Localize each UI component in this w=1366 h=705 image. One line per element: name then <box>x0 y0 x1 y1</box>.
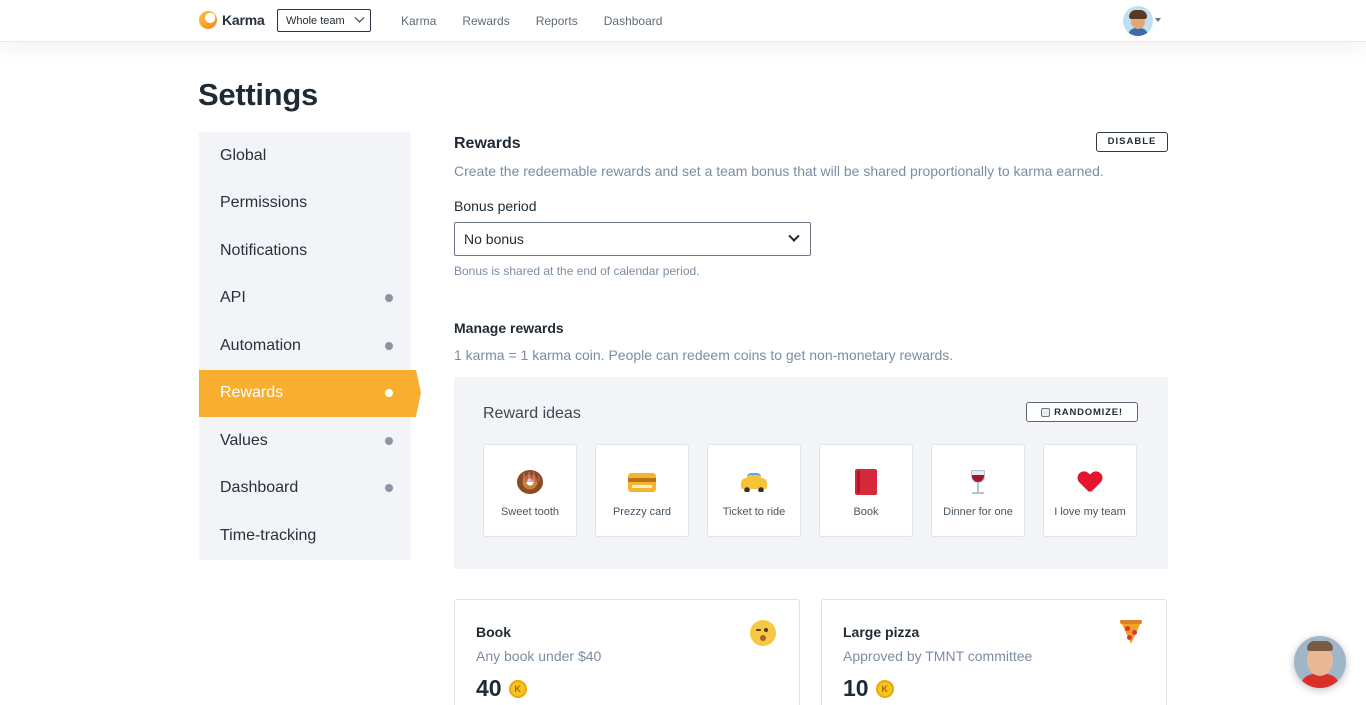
page-title: Settings <box>198 77 318 112</box>
reward-idea-label: I love my team <box>1054 506 1126 518</box>
avatar-body <box>1128 28 1148 36</box>
sidebar-item-label: Automation <box>220 336 301 354</box>
bonus-period-select[interactable]: No bonus <box>454 222 811 256</box>
top-navbar: Karma Whole team Karma Rewards Reports D… <box>0 0 1366 42</box>
status-dot <box>385 484 393 493</box>
sidebar-item-label: Dashboard <box>220 479 299 497</box>
reward-idea-card[interactable]: I love my team <box>1043 444 1137 537</box>
sidebar-item-label: Time-tracking <box>220 526 317 544</box>
chevron-down-icon <box>788 230 800 242</box>
winking-face-icon <box>750 620 776 646</box>
status-dot <box>385 341 393 350</box>
status-dot <box>385 436 393 445</box>
reward-idea-card[interactable]: Dinner for one <box>931 444 1025 537</box>
karma-coin-icon: K <box>508 679 527 698</box>
reward-idea-label: Prezzy card <box>612 506 672 518</box>
reward-price: 10 K <box>843 675 894 702</box>
randomize-label: RANDOMIZE! <box>1054 406 1123 418</box>
settings-sidebar: Global Permissions Notifications API Aut… <box>199 132 421 560</box>
nav-link-reports[interactable]: Reports <box>536 14 578 28</box>
caret-down-icon[interactable] <box>1155 18 1161 22</box>
reward-description: Approved by TMNT committee <box>843 648 1033 664</box>
sidebar-item-global[interactable]: Global <box>199 132 411 180</box>
support-chat-avatar[interactable] <box>1294 636 1346 688</box>
reward-idea-card[interactable]: Ticket to ride <box>707 444 801 537</box>
sidebar-item-label: Permissions <box>220 194 308 212</box>
reward-card-book[interactable]: Book Any book under $40 40 K <box>454 599 800 705</box>
brand-name: Karma <box>222 12 265 28</box>
heart-icon <box>1078 472 1102 494</box>
reward-price-value: 10 <box>843 675 869 701</box>
sidebar-item-values[interactable]: Values <box>199 417 411 465</box>
status-dot <box>385 389 393 398</box>
reward-ideas-panel: Reward ideas RANDOMIZE! Sweet tooth Prez… <box>454 377 1168 569</box>
sidebar-item-label: Notifications <box>220 241 308 259</box>
reward-price: 40 K <box>476 675 527 702</box>
nav-link-rewards[interactable]: Rewards <box>462 14 509 28</box>
reward-idea-card[interactable]: Prezzy card <box>595 444 689 537</box>
bonus-period-label: Bonus period <box>454 198 537 214</box>
reward-ideas-list: Sweet tooth Prezzy card Ticket to ride B… <box>483 444 1137 537</box>
reward-title: Book <box>476 624 511 640</box>
main-nav: Karma Rewards Reports Dashboard <box>401 14 688 28</box>
bonus-period-hint: Bonus is shared at the end of calendar p… <box>454 264 700 278</box>
sidebar-item-label: Rewards <box>220 384 284 402</box>
reward-description: Any book under $40 <box>476 648 602 664</box>
sidebar-item-api[interactable]: API <box>199 275 411 323</box>
reward-idea-label: Ticket to ride <box>722 506 786 518</box>
sidebar-item-time-tracking[interactable]: Time-tracking <box>199 512 411 560</box>
randomize-button[interactable]: RANDOMIZE! <box>1026 402 1138 422</box>
chat-avatar-hair <box>1307 641 1333 651</box>
reward-ideas-title: Reward ideas <box>483 405 581 422</box>
reward-idea-card[interactable]: Sweet tooth <box>483 444 577 537</box>
sidebar-item-dashboard[interactable]: Dashboard <box>199 465 411 513</box>
sidebar-item-automation[interactable]: Automation <box>199 322 411 370</box>
chat-avatar-shirt <box>1300 674 1340 688</box>
disable-button[interactable]: DISABLE <box>1096 132 1168 152</box>
sidebar-item-label: Global <box>220 146 267 164</box>
manage-rewards-description: 1 karma = 1 karma coin. People can redee… <box>454 347 954 363</box>
reward-idea-label: Dinner for one <box>943 506 1013 518</box>
reward-title: Large pizza <box>843 624 920 640</box>
team-select[interactable]: Whole team <box>277 9 371 32</box>
donut-icon <box>517 470 543 494</box>
rewards-settings: Rewards DISABLE Create the redeemable re… <box>454 132 1168 705</box>
bonus-period-value: No bonus <box>464 231 524 247</box>
sidebar-item-label: Values <box>220 431 268 449</box>
reward-idea-label: Sweet tooth <box>500 506 560 518</box>
nav-link-karma[interactable]: Karma <box>401 14 436 28</box>
reward-card-large-pizza[interactable]: Large pizza Approved by TMNT committee 1… <box>821 599 1167 705</box>
reward-idea-card[interactable]: Book <box>819 444 913 537</box>
user-avatar[interactable] <box>1123 6 1153 36</box>
sidebar-item-notifications[interactable]: Notifications <box>199 227 411 275</box>
section-title: Rewards <box>454 135 521 152</box>
karma-logo-icon <box>199 11 217 29</box>
brand[interactable]: Karma <box>199 11 265 29</box>
status-dot <box>385 294 393 303</box>
section-description: Create the redeemable rewards and set a … <box>454 163 1104 179</box>
sidebar-item-rewards[interactable]: Rewards <box>199 369 421 417</box>
avatar-hair <box>1129 10 1147 19</box>
sidebar-item-permissions[interactable]: Permissions <box>199 180 411 228</box>
dice-icon <box>1041 407 1051 417</box>
karma-coin-icon: K <box>875 679 894 698</box>
nav-link-dashboard[interactable]: Dashboard <box>604 14 663 28</box>
reward-idea-label: Book <box>853 506 879 518</box>
chevron-down-icon <box>354 12 365 23</box>
wine-glass-icon <box>971 470 985 494</box>
book-icon <box>855 469 877 495</box>
reward-price-value: 40 <box>476 675 502 701</box>
taxi-icon <box>741 473 767 492</box>
sidebar-item-label: API <box>220 289 246 307</box>
pizza-icon <box>1120 620 1142 644</box>
team-select-value: Whole team <box>286 14 345 27</box>
credit-card-icon <box>628 473 656 492</box>
manage-rewards-title: Manage rewards <box>454 320 564 336</box>
